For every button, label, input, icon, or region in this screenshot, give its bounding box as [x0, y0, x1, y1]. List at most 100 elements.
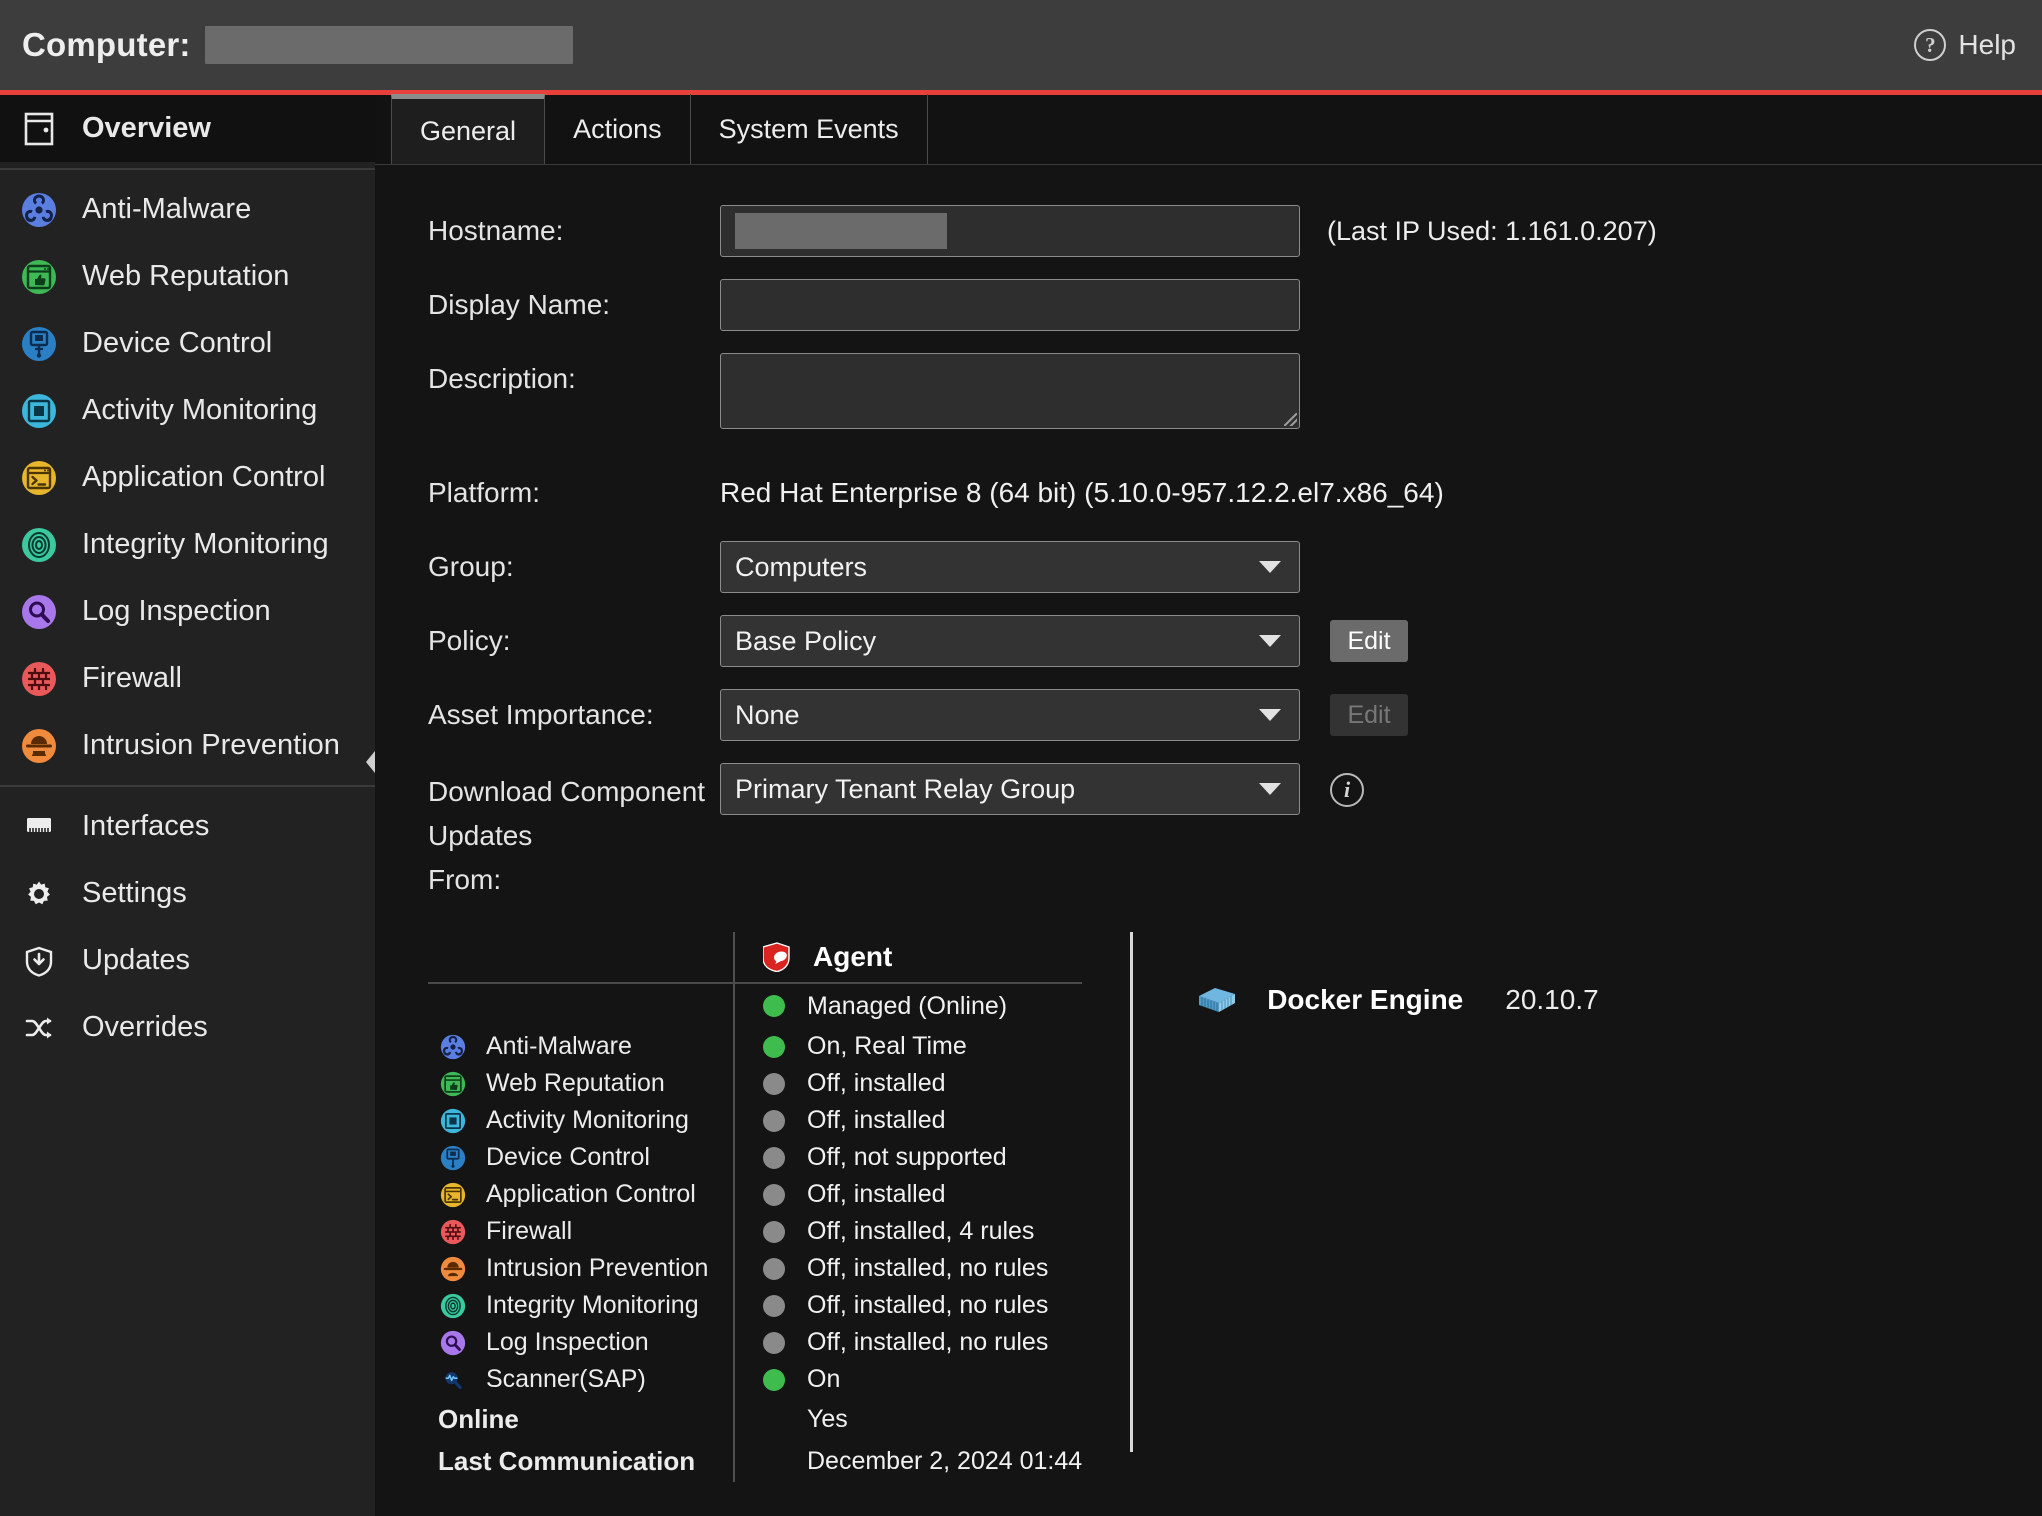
sidebar-divider-1 — [0, 168, 375, 170]
group-select-value: Computers — [735, 552, 867, 583]
textarea-resize-handle[interactable] — [1284, 413, 1297, 426]
status-value: Off, installed, no rules — [807, 1291, 1048, 1320]
help-button[interactable]: ? Help — [1914, 29, 2016, 61]
usb-device-icon — [438, 1143, 468, 1173]
sidebar-item-label: Settings — [82, 877, 187, 910]
download-updates-select[interactable]: Primary Tenant Relay Group — [720, 763, 1300, 815]
sidebar-item-web-reputation[interactable]: Web Reputation — [0, 243, 375, 310]
docker-engine-row: Docker Engine 20.10.7 — [1193, 980, 1598, 1020]
chevron-down-icon — [1259, 635, 1281, 647]
download-updates-select-value: Primary Tenant Relay Group — [735, 774, 1075, 805]
sidebar-item-overrides[interactable]: Overrides — [0, 994, 375, 1061]
info-circle-icon[interactable]: i — [1330, 773, 1364, 807]
status-row-left: Intrusion Prevention — [428, 1254, 733, 1284]
status-dot — [763, 1332, 785, 1354]
protection-status-table: Agent Managed (Online) — [428, 932, 1082, 1482]
sap-scanner-icon — [438, 1365, 468, 1395]
usb-device-icon — [18, 323, 60, 365]
platform-label: Platform: — [375, 467, 720, 512]
sidebar-item-label: Updates — [82, 944, 190, 977]
status-dot — [763, 1408, 785, 1430]
status-row-right: December 2, 2024 01:44 — [735, 1447, 1082, 1476]
description-textarea[interactable] — [720, 353, 1300, 429]
status-row-left: Scanner(SAP) — [428, 1365, 733, 1395]
network-card-icon — [18, 806, 60, 848]
tab-system-events[interactable]: System Events — [691, 94, 928, 164]
group-label: Group: — [375, 541, 720, 586]
tab-general[interactable]: General — [391, 94, 545, 164]
status-dot — [763, 995, 785, 1017]
status-row-label: Anti-Malware — [486, 1032, 632, 1061]
sidebar-item-label: Anti-Malware — [82, 193, 251, 226]
sidebar-item-label: Application Control — [82, 461, 325, 494]
last-ip-note: (Last IP Used: 1.161.0.207) — [1327, 205, 1657, 257]
tab-label: System Events — [719, 114, 899, 145]
table-row: Managed (Online) — [428, 984, 1082, 1028]
status-value: Off, installed — [807, 1106, 946, 1135]
sidebar-item-device-control[interactable]: Device Control — [0, 310, 375, 377]
table-row: Web Reputation Off, installed — [428, 1065, 1082, 1102]
hostname-row: Hostname: (Last IP Used: 1.161.0.207) — [375, 205, 2042, 257]
tab-actions[interactable]: Actions — [545, 94, 691, 164]
group-select[interactable]: Computers — [720, 541, 1300, 593]
sidebar-item-label: Overview — [82, 112, 211, 145]
sidebar-item-integrity-monitoring[interactable]: Integrity Monitoring — [0, 511, 375, 578]
status-value: Yes — [807, 1405, 848, 1434]
status-row-left: Activity Monitoring — [428, 1106, 733, 1136]
table-row: Device Control Off, not supported — [428, 1139, 1082, 1176]
description-row: Description: — [375, 353, 2042, 429]
sidebar-item-label: Device Control — [82, 327, 272, 360]
terminal-window-icon — [18, 457, 60, 499]
sidebar-item-settings[interactable]: Settings — [0, 860, 375, 927]
status-row-right: Off, installed, no rules — [735, 1254, 1048, 1283]
display-name-label: Display Name: — [375, 279, 720, 324]
tab-label: Actions — [573, 114, 662, 145]
sidebar: Overview Anti-Malware Web Reputation Dev… — [0, 95, 375, 1516]
activity-monitor-icon — [18, 390, 60, 432]
computer-name-redacted — [205, 26, 573, 64]
sidebar-item-intrusion-prevention[interactable]: Intrusion Prevention — [0, 712, 375, 779]
policy-select-value: Base Policy — [735, 626, 876, 657]
status-row-left: Anti-Malware — [428, 1032, 733, 1062]
table-row: Intrusion Prevention Off, installed, no … — [428, 1250, 1082, 1287]
sidebar-item-interfaces[interactable]: Interfaces — [0, 793, 375, 860]
hostname-redacted-value — [735, 213, 947, 249]
status-row-left: Last Communication — [428, 1446, 733, 1477]
status-row-left: Log Inspection — [428, 1328, 733, 1358]
policy-row: Policy: Base Policy Edit — [375, 615, 2042, 667]
sidebar-item-application-control[interactable]: Application Control — [0, 444, 375, 511]
hostname-input[interactable] — [720, 205, 1300, 257]
asset-importance-select[interactable]: None — [720, 689, 1300, 741]
docker-engine-label: Docker Engine — [1267, 984, 1463, 1016]
status-row-label: Scanner(SAP) — [486, 1365, 646, 1394]
sidebar-item-label: Interfaces — [82, 810, 209, 843]
sidebar-item-overview[interactable]: Overview — [0, 95, 375, 162]
fingerprint-icon — [438, 1291, 468, 1321]
status-row-right: Off, installed — [735, 1069, 946, 1098]
download-updates-label: Download Component Updates From: — [375, 763, 720, 902]
display-name-input[interactable] — [720, 279, 1300, 331]
thumbs-up-browser-icon — [438, 1069, 468, 1099]
status-row-left: Integrity Monitoring — [428, 1291, 733, 1321]
sidebar-item-log-inspection[interactable]: Log Inspection — [0, 578, 375, 645]
status-dot — [763, 1036, 785, 1058]
status-row-label: Device Control — [486, 1143, 650, 1172]
status-value: Off, installed, no rules — [807, 1254, 1048, 1283]
table-row: Last Communication December 2, 2024 01:4… — [428, 1440, 1082, 1482]
sidebar-item-firewall[interactable]: Firewall — [0, 645, 375, 712]
asset-importance-edit-button: Edit — [1330, 694, 1408, 736]
sidebar-item-label: Log Inspection — [82, 595, 271, 628]
sidebar-item-label: Integrity Monitoring — [82, 528, 329, 561]
platform-value: Red Hat Enterprise 8 (64 bit) (5.10.0-95… — [720, 467, 1820, 519]
sidebar-item-anti-malware[interactable]: Anti-Malware — [0, 176, 375, 243]
status-row-left: Device Control — [428, 1143, 733, 1173]
red-shield-icon — [763, 942, 791, 972]
policy-select[interactable]: Base Policy — [720, 615, 1300, 667]
sidebar-item-activity-monitoring[interactable]: Activity Monitoring — [0, 377, 375, 444]
sidebar-item-updates[interactable]: Updates — [0, 927, 375, 994]
status-row-label: Application Control — [486, 1180, 696, 1209]
status-row-label: Online — [438, 1404, 519, 1435]
status-row-label: Last Communication — [438, 1446, 695, 1477]
policy-edit-button[interactable]: Edit — [1330, 620, 1408, 662]
table-row: Integrity Monitoring Off, installed, no … — [428, 1287, 1082, 1324]
